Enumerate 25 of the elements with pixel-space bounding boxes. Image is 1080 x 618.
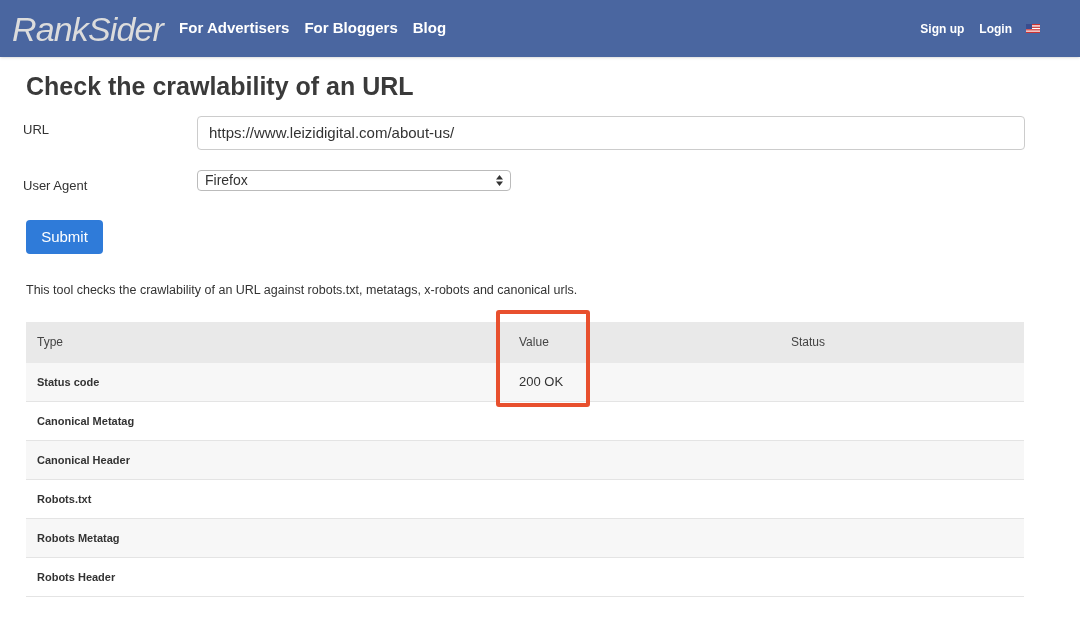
column-header: Type [36,334,64,352]
description-text: This tool checks the crawlability of an URL against robots.txt, metatags, x-robots and canonical urls. [26,282,579,299]
nav-link[interactable]: Login [979,19,1012,38]
table-cell-text: Status code [36,374,101,390]
table-cell-text: Robots Header [36,569,117,585]
column-header: Status [790,334,827,352]
table-cell-text: Canonical Header [36,452,131,468]
table-cell-text: 200 OK [518,373,565,391]
field-label: URL [23,120,50,139]
page-title: Check the crawlability of an URL [26,71,415,102]
submit-button[interactable]: Submit [26,220,103,254]
field-label: User Agent [23,176,89,195]
table-cell-text: Robots Metatag [36,530,121,546]
table-cell-text: Robots.txt [36,491,93,507]
nav-link[interactable]: Blog [412,17,447,40]
logo[interactable]: RankSider [12,11,164,46]
user-agent-select[interactable]: Firefox [197,169,511,191]
up-down-caret-icon [496,174,503,186]
flag-icon[interactable] [1026,24,1040,33]
url-input[interactable]: https://www.leizidigital.com/about-us/ [197,115,1025,150]
nav-link[interactable]: For Advertisers [179,17,290,40]
column-header: Value [508,333,780,352]
nav-link[interactable]: Sign up [920,19,965,38]
table-cell-text: Canonical Metatag [36,413,136,429]
nav-link[interactable]: For Bloggers [304,17,398,40]
